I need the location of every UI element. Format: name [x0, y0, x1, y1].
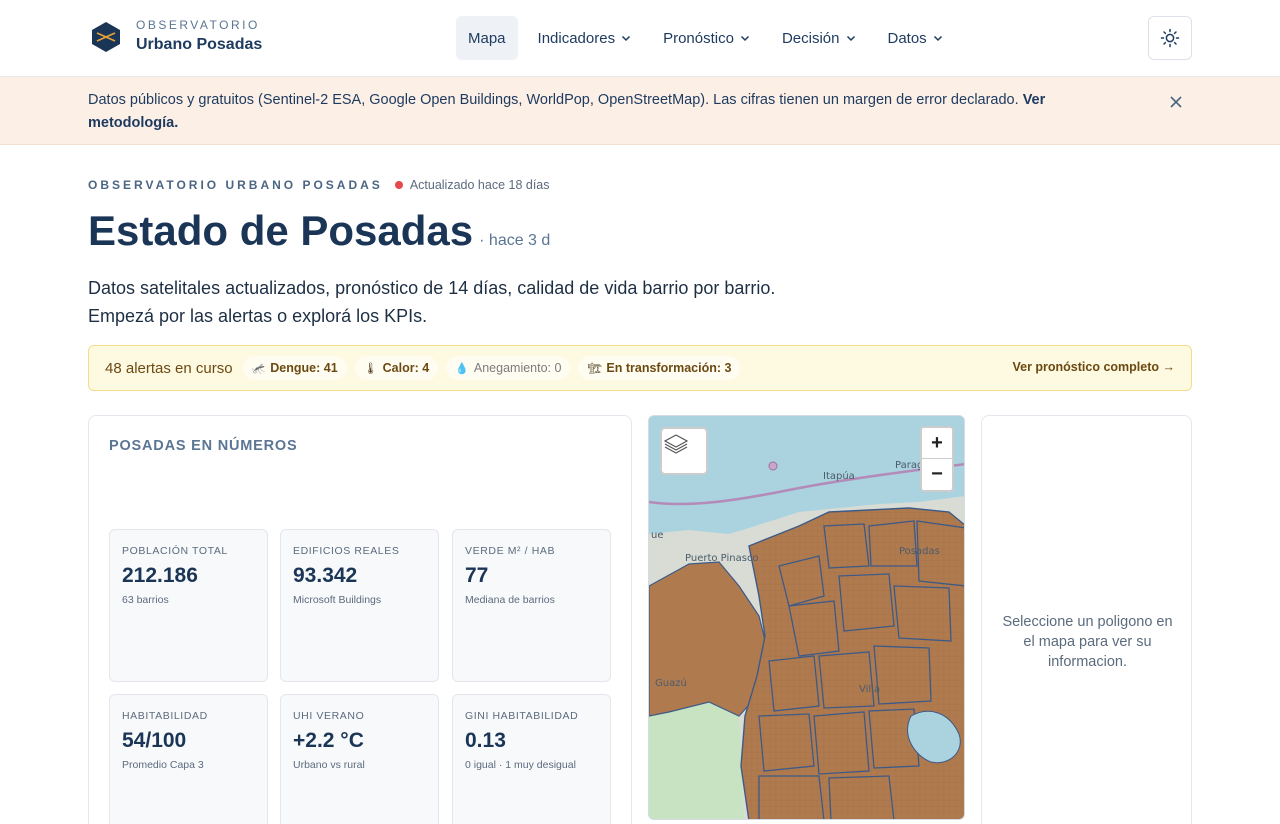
- nav-item-label: Decisión: [781, 29, 840, 47]
- alert-chip-label: En transformación: 3: [606, 361, 732, 375]
- chevron-down-icon: [933, 35, 942, 42]
- nav-item-label: Datos: [887, 29, 927, 47]
- brand-kicker: OBSERVATORIO: [136, 18, 260, 32]
- top-header: OBSERVATORIO Urbano Posadas Mapa Indicad…: [0, 0, 1280, 77]
- kpi-value: 77: [465, 564, 489, 587]
- kpi-sub: Microsoft Buildings: [293, 594, 382, 606]
- map-label: ue: [651, 530, 664, 541]
- notice-banner: Datos públicos y gratuitos (Sentinel-2 E…: [0, 77, 1280, 145]
- updated-status: Actualizado hace 18 días: [409, 178, 550, 192]
- map-island: [768, 461, 778, 471]
- alert-chip-label: Dengue: 41: [270, 361, 338, 375]
- brand[interactable]: OBSERVATORIO Urbano Posadas: [90, 18, 262, 56]
- kpi-card-gini: GINI HABITABILIDAD 0.13 0 igual · 1 muy …: [452, 694, 611, 824]
- kpi-label: HABITABILIDAD: [122, 710, 208, 722]
- map-green-area: [649, 702, 744, 819]
- polygon-info-panel: Seleccione un poligono en el mapa para v…: [981, 415, 1192, 824]
- alerts-count: 48 alertas en curso: [105, 359, 233, 377]
- nav-item-pronostico[interactable]: Pronóstico: [651, 16, 762, 60]
- kpi-label: VERDE M² / HAB: [465, 545, 556, 557]
- map-label: Posadas: [899, 546, 940, 557]
- info-placeholder-text: Seleccione un poligono en el mapa para v…: [1002, 614, 1173, 670]
- nav-item-label: Mapa: [468, 29, 506, 47]
- lead-line-1: Datos satelitales actualizados, pronósti…: [88, 278, 776, 298]
- alert-chip-label: Anegamiento: 0: [473, 361, 562, 375]
- close-icon: [1170, 96, 1182, 108]
- theme-toggle-button[interactable]: [1148, 16, 1192, 60]
- brand-logo-icon: [92, 22, 120, 52]
- kpi-card-edificios: EDIFICIOS REALES 93.342 Microsoft Buildi…: [280, 529, 439, 682]
- map-zoom-control: + −: [920, 426, 954, 492]
- kpi-label: POBLACIÓN TOTAL: [122, 545, 228, 557]
- main-nav: Mapa Indicadores Pronóstico Decisión Dat…: [456, 16, 963, 60]
- hero-eyebrow: OBSERVATORIO URBANO POSADAS Actualizado …: [88, 178, 550, 192]
- kpi-sub: Urbano vs rural: [293, 759, 365, 771]
- nav-item-mapa[interactable]: Mapa: [456, 16, 518, 60]
- map-layers-button[interactable]: [660, 427, 708, 475]
- alert-chip-calor[interactable]: 🌡 Calor: 4: [354, 356, 439, 380]
- map-label: Puerto Pinasco: [685, 553, 759, 564]
- kpi-sub: 63 barrios: [122, 594, 169, 606]
- nav-item-indicadores[interactable]: Indicadores: [526, 16, 644, 60]
- kpi-label: UHI VERANO: [293, 710, 365, 722]
- kpi-card-uhi: UHI VERANO +2.2 °C Urbano vs rural: [280, 694, 439, 824]
- kpi-value: 93.342: [293, 564, 358, 587]
- kpi-sub: Mediana de barrios: [465, 594, 555, 606]
- nav-item-label: Indicadores: [537, 29, 616, 47]
- kpi-value: 0.13: [465, 729, 506, 752]
- nav-item-decision[interactable]: Decisión: [770, 16, 868, 60]
- thermometer-icon: 🌡: [363, 362, 378, 375]
- kpi-panel: POSADAS EN NÚMEROS POBLACIÓN TOTAL 212.1…: [88, 415, 632, 824]
- chevron-down-icon: [846, 35, 855, 42]
- eyebrow-title: OBSERVATORIO URBANO POSADAS: [88, 178, 383, 192]
- status-dot: [394, 181, 403, 189]
- alert-chip-transformacion[interactable]: 🏗 En transformación: 3: [578, 356, 741, 380]
- nav-item-datos[interactable]: Datos: [876, 16, 955, 60]
- page-title: Estado de Posadas · hace 3 d: [88, 204, 550, 268]
- map-label: Villa: [859, 684, 881, 695]
- kpi-sub: 0 igual · 1 muy desigual: [465, 759, 576, 771]
- kpi-value: +2.2 °C: [293, 729, 364, 752]
- construction-icon: 🏗: [587, 362, 602, 375]
- kpi-card-verde: VERDE M² / HAB 77 Mediana de barrios: [452, 529, 611, 682]
- alert-chip-label: Calor: 4: [382, 361, 430, 375]
- page-title-text: Estado de Posadas: [88, 207, 474, 254]
- brand-name: Urbano Posadas: [136, 36, 263, 53]
- alert-chip-dengue[interactable]: 🦟 Dengue: 41: [242, 356, 347, 380]
- nav-item-label: Pronóstico: [663, 29, 734, 47]
- alerts-bar: 48 alertas en curso 🦟 Dengue: 41 🌡 Calor…: [88, 345, 1192, 391]
- kpi-value: 212.186: [122, 564, 198, 587]
- page-title-since: · hace 3 d: [479, 232, 551, 249]
- kpi-label: GINI HABITABILIDAD: [465, 710, 579, 722]
- lead-text: Datos satelitales actualizados, pronósti…: [88, 274, 988, 330]
- chevron-down-icon: [622, 35, 631, 42]
- notice-body: Datos públicos y gratuitos (Sentinel-2 E…: [88, 92, 1019, 108]
- notice-close-button[interactable]: [1166, 92, 1186, 112]
- view-forecast-link[interactable]: Ver pronóstico completo →: [1012, 360, 1175, 374]
- droplet-icon: 💧: [455, 362, 469, 375]
- alert-chip-anegamiento[interactable]: 💧 Anegamiento: 0: [446, 356, 571, 380]
- lead-line-2: Empezá por las alertas o explorá los KPI…: [88, 306, 428, 326]
- kpi-sub: Promedio Capa 3: [122, 759, 204, 771]
- chevron-down-icon: [740, 35, 749, 42]
- kpi-card-poblacion: POBLACIÓN TOTAL 212.186 63 barrios: [109, 529, 268, 682]
- barrio-map[interactable]: Itapúa Paraguay Puerto Pinasco Posadas G…: [648, 415, 965, 820]
- layers-icon: [663, 434, 689, 454]
- map-label: Itapúa: [823, 471, 855, 482]
- zoom-out-button[interactable]: −: [922, 459, 952, 490]
- zoom-in-button[interactable]: +: [922, 428, 952, 459]
- map-label: Guazú: [655, 678, 687, 689]
- notice-text: Datos públicos y gratuitos (Sentinel-2 E…: [88, 89, 1088, 135]
- map-canvas[interactable]: [649, 416, 965, 820]
- sun-icon: [1160, 28, 1180, 48]
- mosquito-icon: 🦟: [251, 362, 266, 375]
- kpi-heading: POSADAS EN NÚMEROS: [109, 438, 298, 454]
- kpi-label: EDIFICIOS REALES: [293, 545, 400, 557]
- kpi-value: 54/100: [122, 729, 187, 752]
- kpi-card-habitabilidad: HABITABILIDAD 54/100 Promedio Capa 3: [109, 694, 268, 824]
